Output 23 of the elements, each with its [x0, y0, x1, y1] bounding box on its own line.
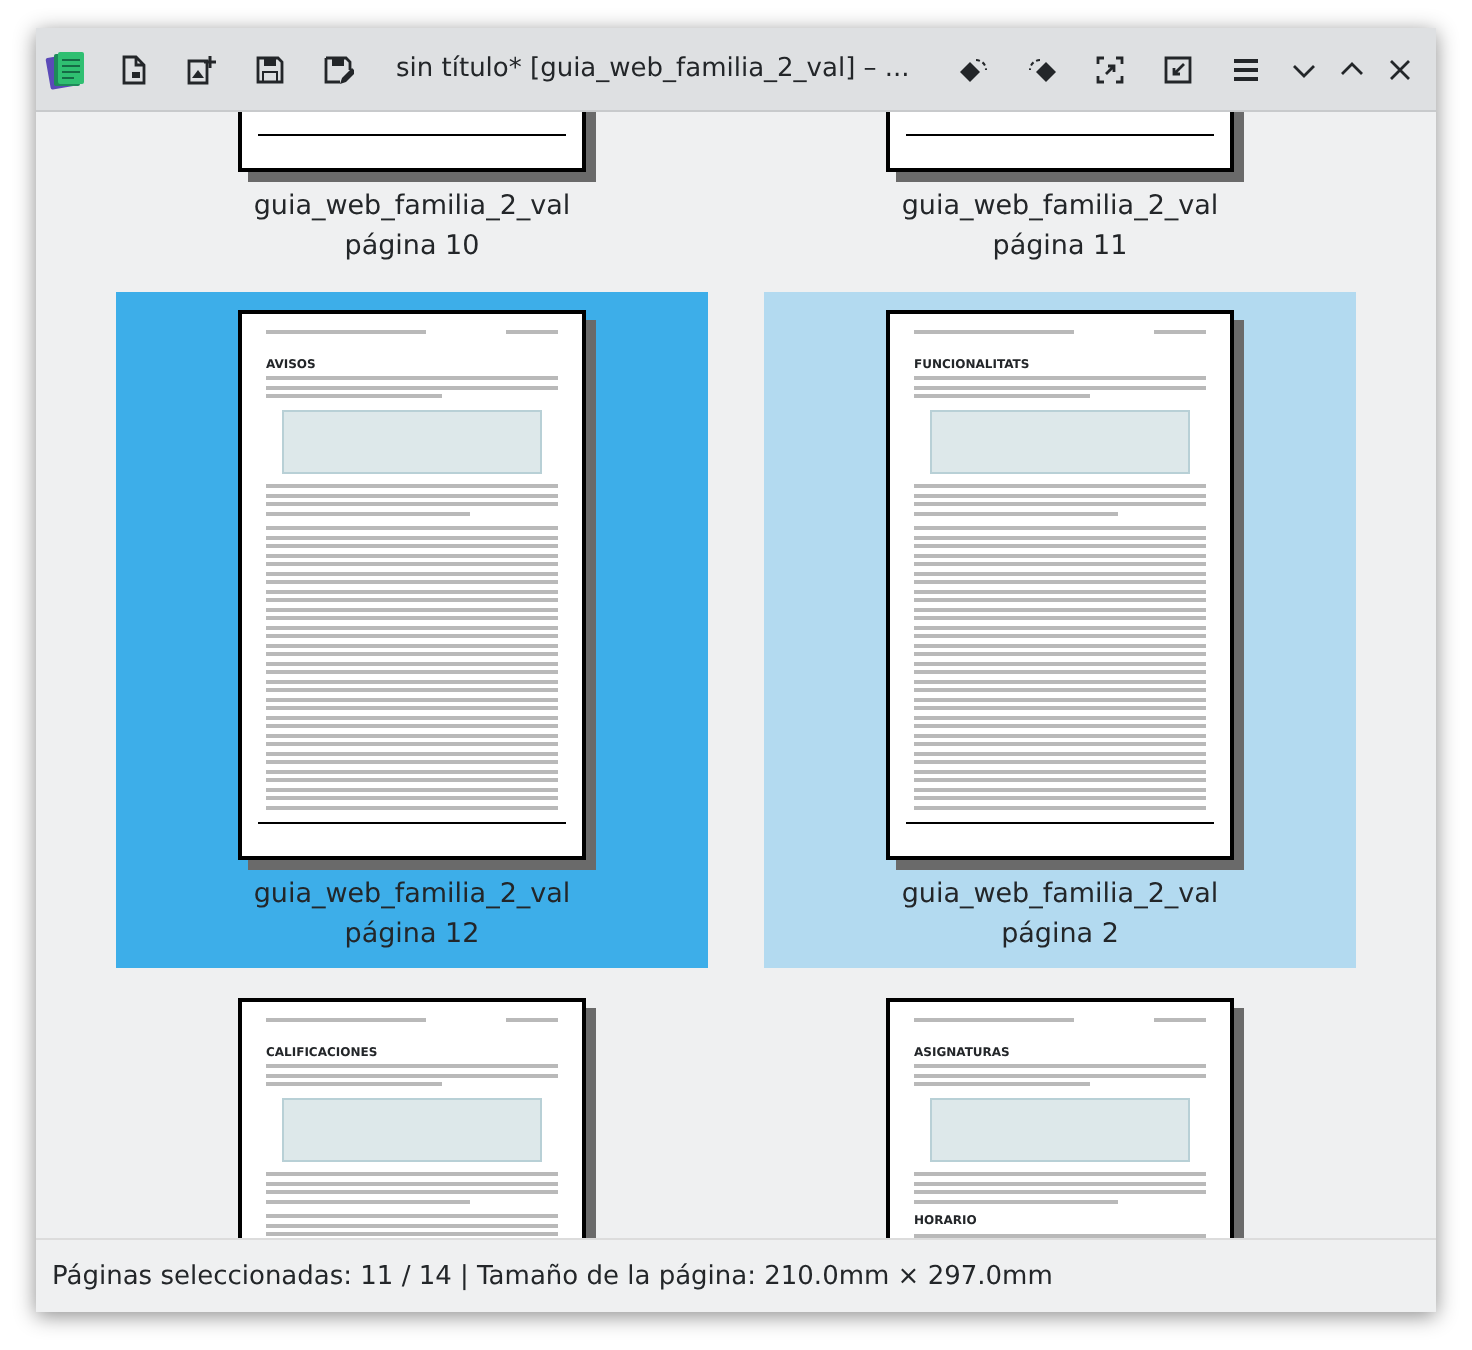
- document-icon: [118, 53, 150, 85]
- page-cell[interactable]: guia_web_familia_2_val página 11: [764, 112, 1356, 280]
- menu-icon: [1230, 53, 1262, 85]
- page-file-name: guia_web_familia_2_val: [901, 188, 1219, 226]
- rotate-left-icon: [958, 53, 990, 85]
- window-title: sin título* [guia_web_familia_2_val] – ...: [394, 54, 912, 84]
- expand-icon: [1094, 53, 1126, 85]
- image-add-icon: [186, 53, 218, 85]
- close-icon: [1386, 55, 1414, 83]
- page-number: página 12: [344, 916, 480, 954]
- status-bar-text: Páginas seleccionadas: 11 / 14 | Tamaño de la página: 210.0mm × 297.0mm: [36, 1238, 1436, 1312]
- floppy-pencil-icon: [322, 53, 354, 85]
- shrink-icon: [1162, 53, 1194, 85]
- page-number: página 11: [992, 228, 1128, 266]
- page-number: página 10: [344, 228, 480, 266]
- page-file-name: guia_web_familia_2_val: [253, 876, 571, 914]
- page-number: página 2: [1001, 916, 1119, 954]
- page-file-name: guia_web_familia_2_val: [253, 188, 571, 226]
- stacked-pages-icon: [44, 47, 88, 91]
- page-file-name: guia_web_familia_2_val: [901, 876, 1219, 914]
- floppy-icon: [254, 53, 286, 85]
- page-cell[interactable]: guia_web_familia_2_val página 10: [116, 112, 708, 280]
- rotate-right-icon: [1026, 53, 1058, 85]
